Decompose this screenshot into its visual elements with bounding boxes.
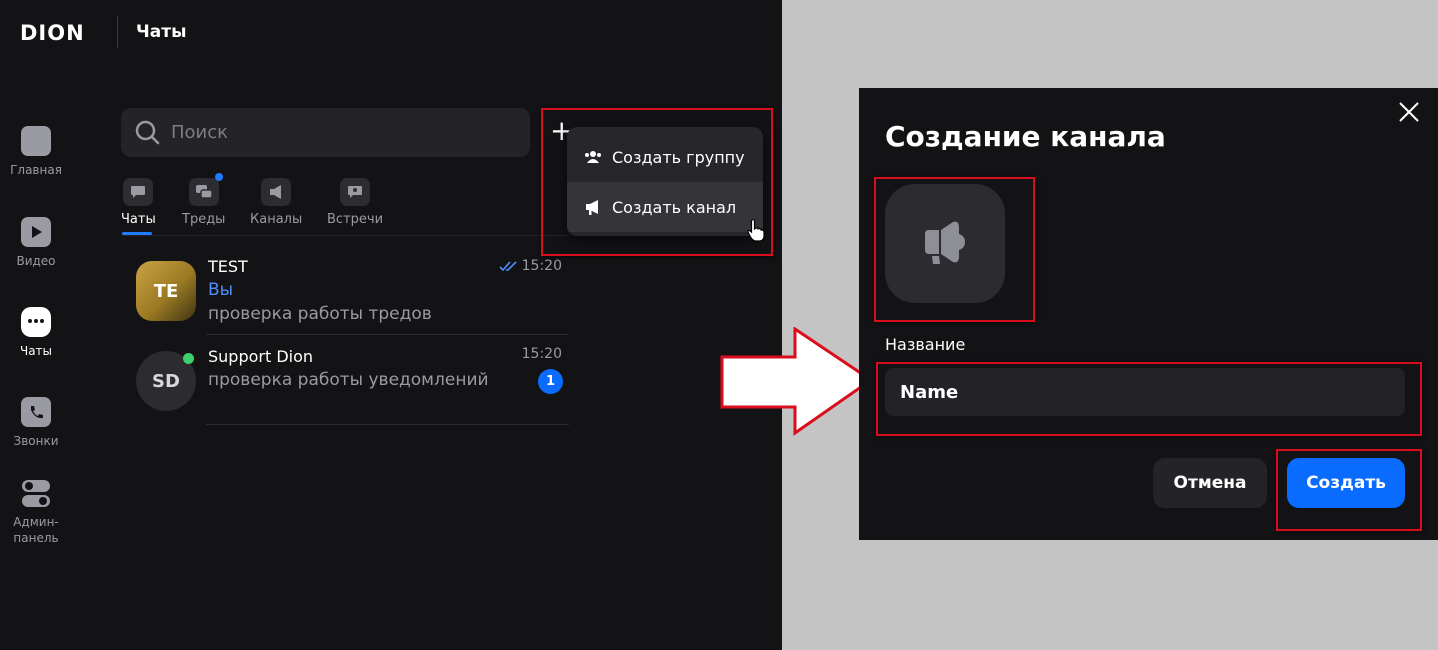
chat-preview: проверка работы тредов — [208, 304, 432, 324]
close-icon[interactable] — [1398, 101, 1420, 123]
phone-calendar-icon — [21, 397, 51, 427]
chat-separator — [206, 334, 569, 335]
online-status-dot — [183, 353, 194, 364]
sidebar-item-label: Видео — [16, 254, 56, 268]
chat-app-window: DION Чаты Главная Видео Чаты Звонки Адми… — [0, 0, 782, 650]
chat-bubble-icon — [21, 307, 51, 337]
sidebar-item-label: Звонки — [13, 434, 59, 448]
megaphone-icon — [261, 178, 292, 206]
chat-time: 15:20 — [521, 258, 562, 274]
chat-name: Support Dion — [208, 347, 314, 366]
search-box[interactable] — [121, 108, 530, 157]
sidebar-item-calls[interactable]: Звонки — [0, 397, 72, 449]
tab-meetings[interactable]: Встречи — [327, 178, 383, 227]
unread-dot — [214, 173, 223, 181]
annotation-highlight — [1276, 449, 1422, 531]
tab-label: Встречи — [327, 212, 384, 227]
tab-channels[interactable]: Каналы — [250, 178, 302, 227]
right-arrow-icon — [720, 327, 874, 436]
unread-badge: 1 — [538, 369, 563, 394]
avatar: TE — [136, 261, 196, 321]
tab-label: Каналы — [250, 212, 303, 227]
name-field-label: Название — [885, 335, 966, 354]
meeting-icon — [340, 178, 371, 206]
sidebar-item-chats[interactable]: Чаты — [0, 307, 72, 359]
sidebar-item-label: Админ- панель — [13, 515, 59, 545]
dialog-title: Создание канала — [885, 120, 1166, 153]
tab-label: Чаты — [121, 212, 156, 227]
threads-icon — [188, 173, 223, 206]
sidebar-item-label: Чаты — [19, 344, 53, 358]
sidebar-item-label: Главная — [10, 163, 62, 177]
annotation-highlight — [876, 362, 1422, 436]
chat-sender: Вы — [208, 280, 234, 300]
sidebar-item-home[interactable]: Главная — [0, 126, 72, 178]
tab-chats[interactable]: Чаты — [121, 178, 156, 227]
chat-list-item[interactable]: TE TEST Вы проверка работы тредов 15:20 — [121, 246, 571, 336]
cancel-button[interactable]: Отмена — [1153, 458, 1267, 508]
chat-separator — [206, 424, 569, 425]
tabs-divider — [121, 235, 569, 236]
search-icon — [135, 120, 160, 145]
chat-name: TEST — [208, 257, 248, 276]
chat-list-item[interactable]: SD Support Dion проверка работы уведомле… — [121, 336, 571, 426]
sidebar-item-video[interactable]: Видео — [0, 217, 72, 269]
sidebar-item-admin[interactable]: Админ- панель — [0, 478, 72, 546]
chat-time: 15:20 — [521, 346, 562, 362]
annotation-highlight — [541, 108, 773, 256]
dion-logo: DION — [20, 21, 85, 45]
toggles-icon — [21, 478, 51, 508]
header-divider — [117, 16, 118, 48]
tab-threads[interactable]: Треды — [182, 173, 226, 227]
search-input[interactable] — [171, 108, 511, 157]
tab-label: Треды — [182, 212, 226, 227]
page-title: Чаты — [136, 22, 187, 42]
home-icon — [21, 126, 51, 156]
video-play-icon — [21, 217, 51, 247]
chat-icon — [123, 178, 154, 206]
annotation-highlight — [874, 177, 1035, 322]
double-check-icon — [499, 261, 517, 272]
chat-preview: проверка работы уведомлений — [208, 370, 489, 390]
